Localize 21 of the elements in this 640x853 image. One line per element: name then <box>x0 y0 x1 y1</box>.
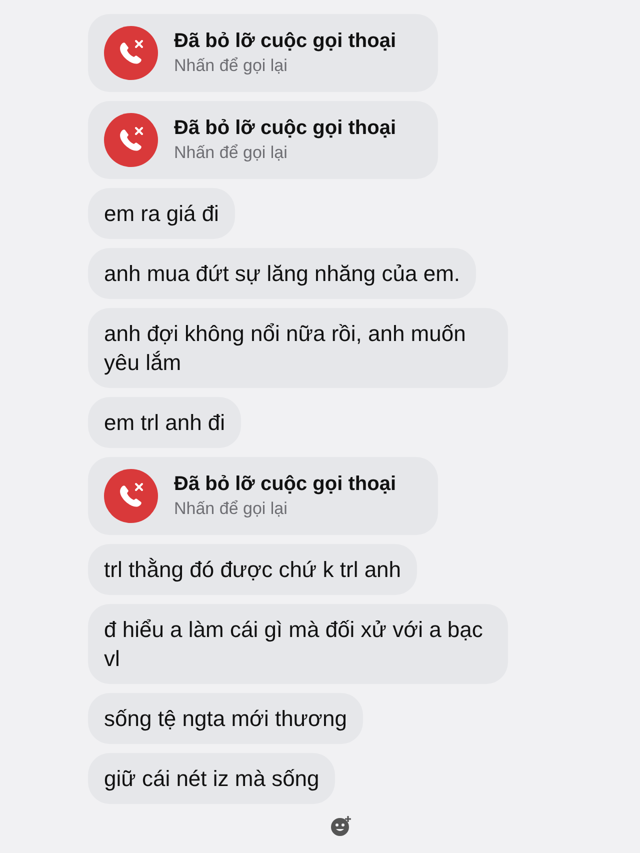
call-subtitle: Nhấn để gọi lại <box>174 142 288 164</box>
missed-call-icon <box>104 113 158 167</box>
missed-call-bubble[interactable]: Đã bỏ lỡ cuộc gọi thoại Nhấn để gọi lại <box>88 101 438 179</box>
message-bubble: sống tệ ngta mới thương <box>88 693 363 744</box>
missed-call-bubble[interactable]: Đã bỏ lỡ cuộc gọi thoại Nhấn để gọi lại <box>88 457 438 535</box>
message-bubble: đ hiểu a làm cái gì mà đối xử với a bạc vl <box>88 604 508 684</box>
missed-call-bubble[interactable]: Đã bỏ lỡ cuộc gọi thoại Nhấn để gọi lại <box>88 14 438 92</box>
missed-call-icon <box>104 469 158 523</box>
add-reaction-icon[interactable] <box>330 815 352 837</box>
call-title: Đã bỏ lỡ cuộc gọi thoại <box>174 472 396 497</box>
call-subtitle: Nhấn để gọi lại <box>174 498 288 520</box>
call-subtitle: Nhấn để gọi lại <box>174 55 288 77</box>
missed-call-icon <box>104 26 158 80</box>
call-title: Đã bỏ lỡ cuộc gọi thoại <box>174 29 396 54</box>
call-title: Đã bỏ lỡ cuộc gọi thoại <box>174 116 396 141</box>
message-bubble: trl thằng đó được chứ k trl anh <box>88 544 418 595</box>
message-bubble: anh đợi không nổi nữa rồi, anh muốn yêu lắm <box>88 308 508 388</box>
message-bubble: em trl anh đi <box>88 397 242 448</box>
message-bubble: anh mua đứt sự lăng nhăng của em. <box>88 248 476 299</box>
message-bubble: giữ cái nét iz mà sống <box>88 753 336 804</box>
message-bubble: em ra giá đi <box>88 188 235 239</box>
